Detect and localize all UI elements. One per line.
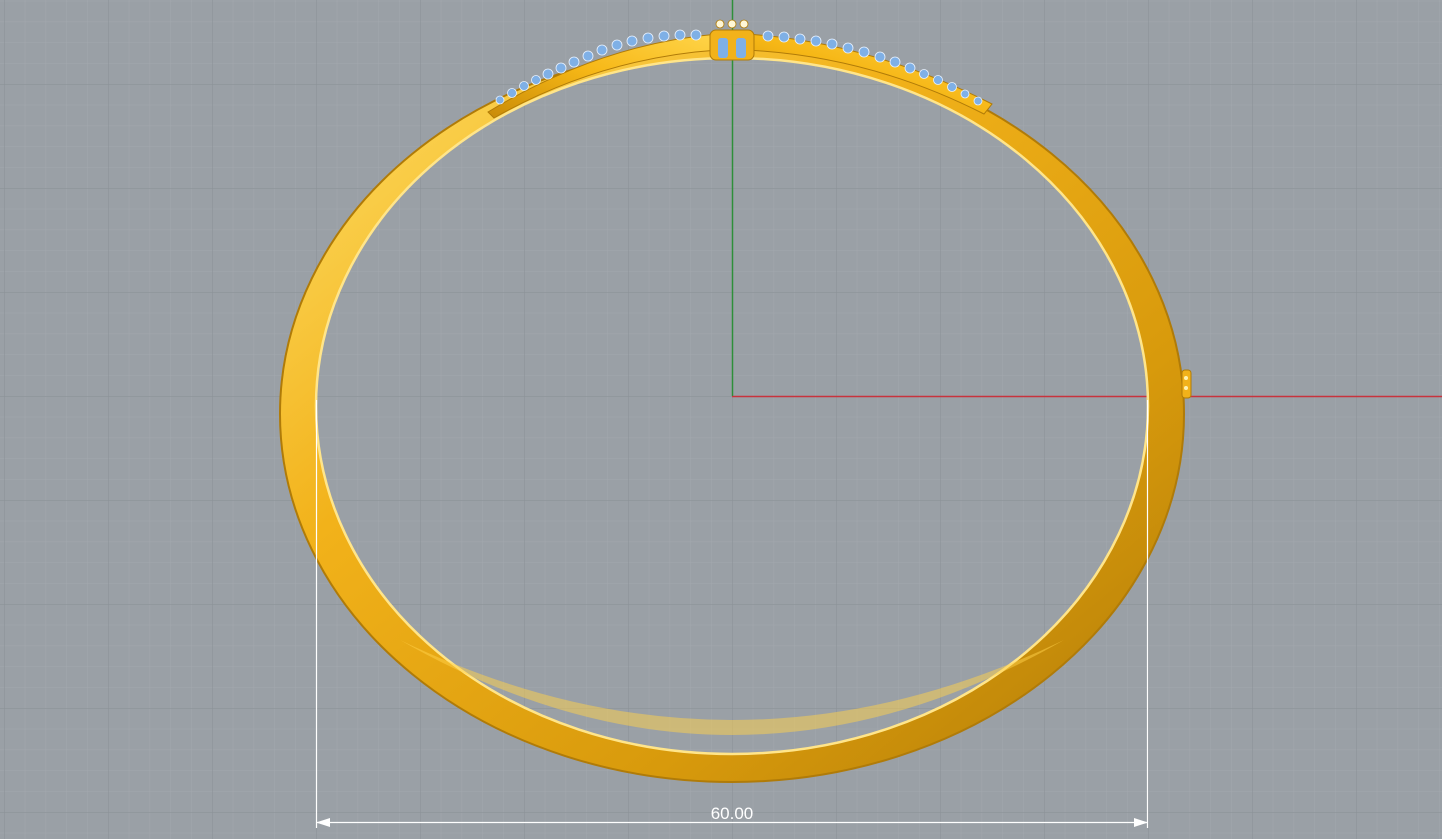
hinge-clasp [1181, 369, 1192, 399]
perspective-viewport[interactable]: 60.00 [0, 0, 1442, 839]
center-setting [709, 19, 755, 61]
dimension-value-label: 60.00 [711, 804, 754, 823]
viewport-canvas[interactable]: 60.00 [0, 0, 1442, 839]
